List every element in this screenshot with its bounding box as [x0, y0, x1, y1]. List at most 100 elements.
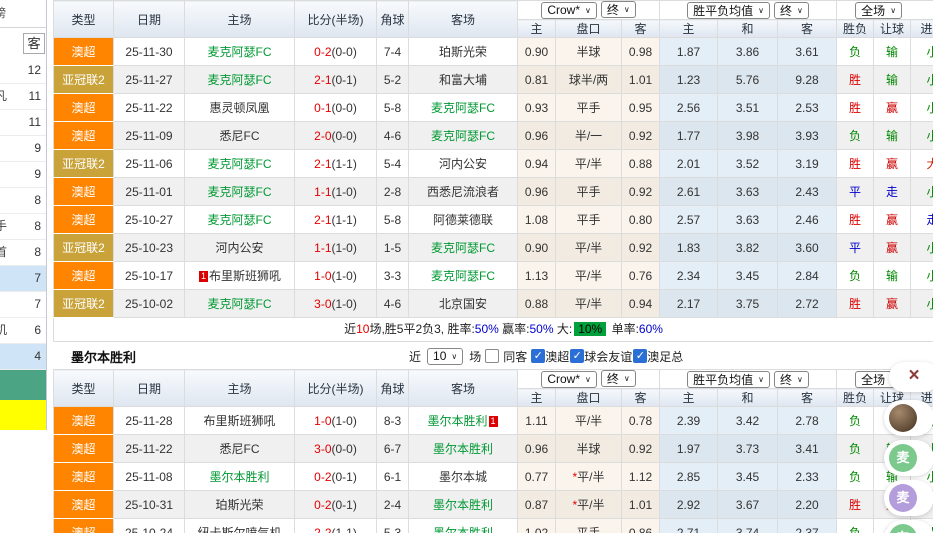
- avg-time-select[interactable]: 终 ∨: [774, 370, 809, 388]
- chat-avatar-bubble[interactable]: [884, 400, 933, 436]
- avg-home-odds: 2.71: [659, 518, 719, 533]
- home-team-link[interactable]: 麦克阿瑟FC: [208, 157, 272, 171]
- match-row[interactable]: 澳超 25-11-30 麦克阿瑟FC 0-2(0-0) 7-4 珀斯光荣 0.9…: [53, 37, 933, 66]
- score-cell: 1-0(1-0): [294, 406, 377, 435]
- away-team-link[interactable]: 墨尔本胜利: [433, 498, 493, 512]
- match-row[interactable]: 澳超 25-11-01 麦克阿瑟FC 1-1(1-0) 2-8 西悉尼流浪者 0…: [53, 177, 933, 206]
- league-checkbox[interactable]: ✓: [633, 349, 648, 363]
- corners: 5-4: [376, 149, 409, 178]
- match-count-select[interactable]: 10 ∨: [427, 347, 464, 365]
- away-team-link[interactable]: 珀斯光荣: [439, 45, 487, 59]
- match-row[interactable]: 澳超 25-10-27 麦克阿瑟FC 2-1(1-1) 5-8 阿德莱德联 1.…: [53, 205, 933, 234]
- match-row[interactable]: 澳超 25-11-22 惠灵顿凤凰 0-1(0-0) 5-8 麦克阿瑟FC 0.…: [53, 93, 933, 122]
- corners: 3-3: [376, 261, 409, 290]
- away-team-link[interactable]: 麦克阿瑟FC: [431, 101, 495, 115]
- away-team-link[interactable]: 墨尔本胜利: [427, 414, 487, 428]
- match-row[interactable]: 澳超 25-11-22 悉尼FC 3-0(0-0) 6-7 墨尔本胜利 0.96…: [53, 434, 933, 463]
- avatar[interactable]: 东: [889, 524, 917, 533]
- match-row[interactable]: 澳超 25-10-17 1 布里斯班狮吼 1-0(1-0) 3-3 麦克阿瑟FC …: [53, 261, 933, 290]
- standings-value: 4: [34, 349, 41, 363]
- odds-time-select[interactable]: 终 ∨: [600, 370, 636, 388]
- standings-row[interactable]: 4: [0, 344, 46, 370]
- avg-draw-odds: 3.82: [717, 233, 779, 262]
- home-team-link[interactable]: 麦克阿瑟FC: [208, 297, 272, 311]
- avatar[interactable]: 麦: [889, 444, 917, 472]
- halftime-score: (1-0): [331, 184, 357, 199]
- home-team-link[interactable]: 珀斯光荣: [215, 498, 263, 512]
- avg-time-select[interactable]: 终 ∨: [774, 1, 809, 19]
- match-row[interactable]: 亚冠联2 25-10-02 麦克阿瑟FC 3-0(1-0) 4-6 北京国安 0…: [53, 289, 933, 318]
- chat-avatar-bubble[interactable]: 麦: [884, 480, 933, 516]
- away-team-cell: 墨尔本胜利: [408, 518, 518, 533]
- match-row[interactable]: 亚冠联2 25-10-23 河内公安 1-1(1-0) 1-5 麦克阿瑟FC 0…: [53, 233, 933, 262]
- away-team-link[interactable]: 墨尔本胜利: [433, 526, 493, 533]
- standings-row[interactable]: 12: [0, 58, 46, 84]
- away-team-link[interactable]: 墨尔本城: [439, 470, 487, 484]
- scope-select[interactable]: 全场∨: [855, 1, 903, 19]
- league-type-badge: 澳超: [53, 121, 114, 150]
- chevron-down-icon: ∨: [797, 5, 803, 15]
- home-team-link[interactable]: 纽卡斯尔喷气机: [197, 526, 281, 533]
- average-type-select[interactable]: 胜平负均值 ∨: [687, 1, 771, 19]
- home-odds: 0.96: [517, 177, 556, 206]
- match-row[interactable]: 澳超 25-11-28 布里斯班狮吼 1-0(1-0) 8-3 墨尔本胜利 1 1…: [53, 406, 933, 435]
- odds-time-select[interactable]: 终 ∨: [600, 1, 636, 19]
- handicap-result: 输: [873, 37, 912, 66]
- match-row[interactable]: 亚冠联2 25-11-06 麦克阿瑟FC 2-1(1-1) 5-4 河内公安 0…: [53, 149, 933, 178]
- home-team-link[interactable]: 麦克阿瑟FC: [208, 45, 272, 59]
- standings-row[interactable]: 手 8: [0, 214, 46, 240]
- away-team-link[interactable]: 西悉尼流浪者: [427, 185, 499, 199]
- away-team-link[interactable]: 墨尔本胜利: [433, 442, 493, 456]
- close-icon[interactable]: ×: [889, 362, 933, 390]
- standings-row[interactable]: 9: [0, 162, 46, 188]
- match-row[interactable]: 澳超 25-11-08 墨尔本胜利 0-2(0-1) 6-1 墨尔本城 0.77…: [53, 462, 933, 491]
- avatar[interactable]: 麦: [889, 484, 917, 512]
- home-team-link[interactable]: 河内公安: [215, 241, 263, 255]
- match-row[interactable]: 澳超 25-10-24 纽卡斯尔喷气机 2-2(1-1) 5-3 墨尔本胜利 1…: [53, 518, 933, 533]
- standings-row[interactable]: 7: [0, 292, 46, 318]
- home-team-link[interactable]: 墨尔本胜利: [209, 470, 269, 484]
- handicap: 平手: [576, 526, 601, 533]
- same-away-checkbox[interactable]: [485, 349, 500, 363]
- chat-avatar-bubble[interactable]: 东: [884, 520, 933, 533]
- match-row[interactable]: 澳超 25-10-31 珀斯光荣 0-2(0-1) 2-4 墨尔本胜利 0.87…: [53, 490, 933, 519]
- away-team-link[interactable]: 麦克阿瑟FC: [431, 241, 495, 255]
- standings-row[interactable]: 7: [0, 266, 46, 292]
- handicap-cell: *平/半: [555, 462, 622, 491]
- home-team-link[interactable]: 麦克阿瑟FC: [208, 73, 272, 87]
- match-row[interactable]: 亚冠联2 25-11-27 麦克阿瑟FC 2-1(0-1) 5-2 和富大埔 0…: [53, 65, 933, 94]
- standings-row[interactable]: 凡 11: [0, 84, 46, 110]
- chat-widget-close[interactable]: ×: [889, 362, 933, 392]
- standings-row[interactable]: 11: [0, 110, 46, 136]
- away-filter-button[interactable]: 客: [23, 33, 45, 54]
- home-team-link[interactable]: 布里斯班狮吼: [203, 414, 275, 428]
- average-type-select[interactable]: 胜平负均值 ∨: [687, 370, 771, 388]
- league-checkbox[interactable]: ✓: [570, 349, 585, 363]
- home-team-link[interactable]: 麦克阿瑟FC: [208, 185, 272, 199]
- bookmaker-select[interactable]: Crow* ∨: [541, 1, 597, 19]
- away-team-link[interactable]: 麦克阿瑟FC: [431, 129, 495, 143]
- away-team-link[interactable]: 和富大埔: [439, 73, 487, 87]
- standings-row[interactable]: 首 8: [0, 240, 46, 266]
- league-checkbox[interactable]: ✓: [531, 349, 546, 363]
- home-team-link[interactable]: 布里斯班狮吼: [209, 269, 281, 283]
- home-team-link[interactable]: 惠灵顿凤凰: [209, 101, 269, 115]
- home-team-link[interactable]: 悉尼FC: [220, 129, 260, 143]
- standings-row[interactable]: 机 6: [0, 318, 46, 344]
- home-team-link[interactable]: 麦克阿瑟FC: [208, 213, 272, 227]
- away-team-link[interactable]: 麦克阿瑟FC: [431, 269, 495, 283]
- away-team-cell: 麦克阿瑟FC: [408, 121, 518, 150]
- chat-avatar-bubble[interactable]: 麦: [884, 440, 933, 476]
- away-team-link[interactable]: 河内公安: [439, 157, 487, 171]
- away-team-link[interactable]: 北京国安: [439, 297, 487, 311]
- away-odds: 0.94: [620, 289, 661, 318]
- standings-row[interactable]: 9: [0, 136, 46, 162]
- avatar[interactable]: [889, 404, 917, 432]
- away-team-link[interactable]: 阿德莱德联: [433, 213, 493, 227]
- league-type-badge: 亚冠联2: [53, 289, 114, 318]
- standings-row[interactable]: 8: [0, 188, 46, 214]
- bookmaker-select[interactable]: Crow* ∨: [541, 370, 597, 388]
- match-row[interactable]: 澳超 25-11-09 悉尼FC 2-0(0-0) 4-6 麦克阿瑟FC 0.9…: [53, 121, 933, 150]
- home-team-link[interactable]: 悉尼FC: [220, 442, 260, 456]
- standings-zone-green: [0, 370, 46, 400]
